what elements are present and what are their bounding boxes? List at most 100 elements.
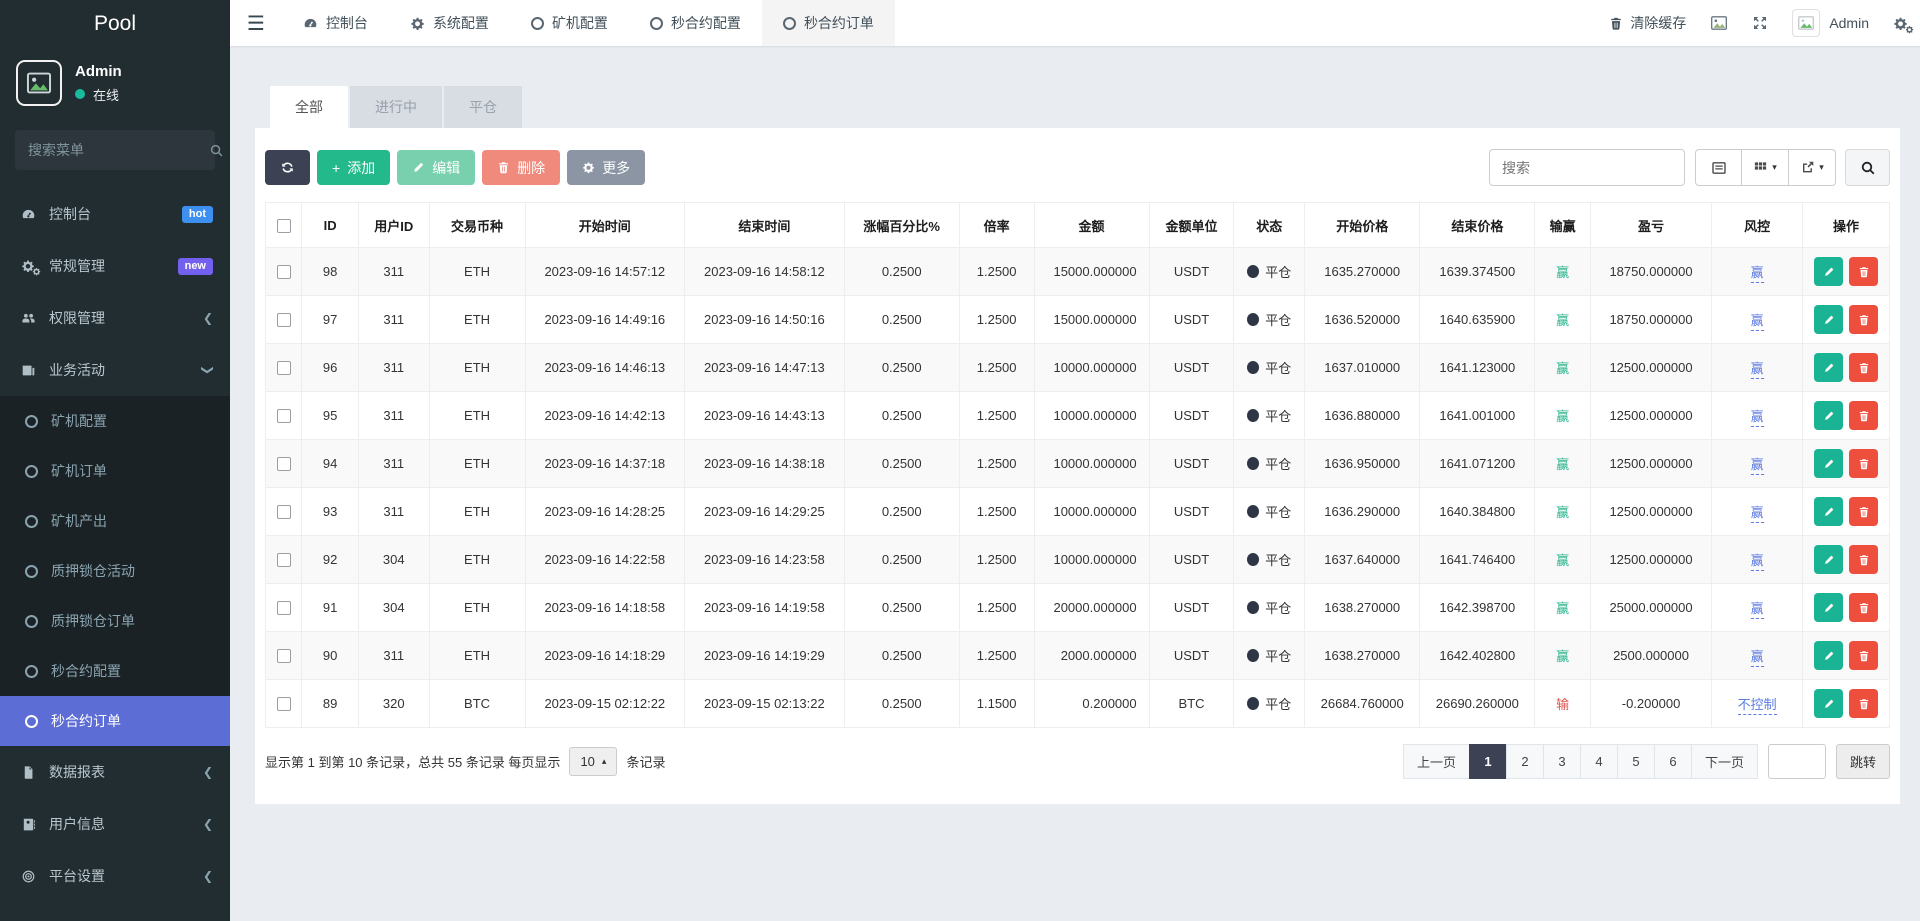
next-page-button[interactable]: 下一页 bbox=[1691, 744, 1758, 779]
search-submit-button[interactable] bbox=[1845, 149, 1890, 186]
sidebar-search-input[interactable] bbox=[28, 142, 209, 158]
sidebar-subitem-矿机订单[interactable]: 矿机订单 bbox=[0, 446, 230, 496]
navbar-user-menu[interactable]: Admin bbox=[1792, 9, 1869, 37]
page-button-5[interactable]: 5 bbox=[1617, 744, 1655, 779]
risk-control-link[interactable]: 赢 bbox=[1751, 361, 1764, 379]
row-edit-button[interactable] bbox=[1814, 497, 1843, 526]
top-tab-矿机配置[interactable]: 矿机配置 bbox=[510, 0, 629, 46]
cell-pct: 0.2500 bbox=[844, 248, 959, 296]
edit-button[interactable]: 编辑 bbox=[397, 150, 475, 185]
row-delete-button[interactable] bbox=[1849, 641, 1878, 670]
sidebar-item-平台设置[interactable]: 平台设置❮ bbox=[0, 850, 230, 902]
orders-table: ID用户ID交易币种开始时间结束时间涨幅百分比%倍率金额金额单位状态开始价格结束… bbox=[265, 202, 1890, 728]
row-checkbox[interactable] bbox=[277, 265, 291, 279]
row-checkbox[interactable] bbox=[277, 313, 291, 327]
sidebar-subitem-质押锁仓订单[interactable]: 质押锁仓订单 bbox=[0, 596, 230, 646]
broken-image-icon[interactable] bbox=[1710, 14, 1728, 32]
avatar[interactable] bbox=[16, 60, 62, 106]
search-icon[interactable] bbox=[209, 143, 224, 158]
risk-control-link[interactable]: 赢 bbox=[1751, 553, 1764, 571]
row-checkbox[interactable] bbox=[277, 553, 291, 567]
row-delete-button[interactable] bbox=[1849, 305, 1878, 334]
sidebar-item-记录[interactable]: 记录❮ bbox=[0, 902, 230, 921]
row-checkbox[interactable] bbox=[277, 505, 291, 519]
delete-button[interactable]: 删除 bbox=[482, 150, 560, 185]
risk-control-link[interactable]: 赢 bbox=[1751, 649, 1764, 667]
page-button-6[interactable]: 6 bbox=[1654, 744, 1692, 779]
trash-icon bbox=[1858, 506, 1870, 518]
page-button-2[interactable]: 2 bbox=[1506, 744, 1544, 779]
row-delete-button[interactable] bbox=[1849, 257, 1878, 286]
row-delete-button[interactable] bbox=[1849, 593, 1878, 622]
row-checkbox[interactable] bbox=[277, 361, 291, 375]
settings-gears-icon[interactable] bbox=[1893, 16, 1908, 31]
sidebar-subitem-矿机配置[interactable]: 矿机配置 bbox=[0, 396, 230, 446]
risk-control-link[interactable]: 赢 bbox=[1751, 313, 1764, 331]
select-all-checkbox[interactable] bbox=[277, 219, 291, 233]
filter-tab-全部[interactable]: 全部 bbox=[270, 86, 348, 128]
page-button-4[interactable]: 4 bbox=[1580, 744, 1618, 779]
risk-control-link[interactable]: 赢 bbox=[1751, 505, 1764, 523]
risk-control-link[interactable]: 赢 bbox=[1751, 457, 1764, 475]
filter-tab-进行中[interactable]: 进行中 bbox=[350, 86, 442, 128]
row-delete-button[interactable] bbox=[1849, 401, 1878, 430]
sidebar-item-数据报表[interactable]: 数据报表❮ bbox=[0, 746, 230, 798]
fullscreen-icon[interactable] bbox=[1752, 15, 1768, 31]
row-edit-button[interactable] bbox=[1814, 593, 1843, 622]
jump-page-input[interactable] bbox=[1768, 744, 1826, 779]
add-button[interactable]: +添加 bbox=[317, 150, 390, 185]
risk-control-link[interactable]: 赢 bbox=[1751, 601, 1764, 619]
page-button-1[interactable]: 1 bbox=[1469, 744, 1507, 779]
top-tab-系统配置[interactable]: 系统配置 bbox=[389, 0, 510, 46]
page-size-select[interactable]: 10 ▴ bbox=[569, 747, 617, 776]
sidebar-subitem-秒合约订单[interactable]: 秒合约订单 bbox=[0, 696, 230, 746]
clear-cache-button[interactable]: 清除缓存 bbox=[1609, 13, 1686, 33]
cell-mult: 1.2500 bbox=[959, 440, 1034, 488]
detail-view-button[interactable] bbox=[1695, 149, 1742, 186]
cell-risk: 不控制 bbox=[1712, 680, 1803, 728]
row-checkbox[interactable] bbox=[277, 409, 291, 423]
sidebar-item-常规管理[interactable]: 常规管理new bbox=[0, 240, 230, 292]
sidebar-subitem-质押锁仓活动[interactable]: 质押锁仓活动 bbox=[0, 546, 230, 596]
filter-tab-平仓[interactable]: 平仓 bbox=[444, 86, 522, 128]
row-delete-button[interactable] bbox=[1849, 545, 1878, 574]
row-checkbox[interactable] bbox=[277, 697, 291, 711]
row-checkbox[interactable] bbox=[277, 601, 291, 615]
top-tab-控制台[interactable]: 控制台 bbox=[282, 0, 389, 46]
hamburger-icon[interactable]: ☰ bbox=[230, 11, 282, 36]
top-tab-秒合约订单[interactable]: 秒合约订单 bbox=[762, 0, 895, 46]
row-edit-button[interactable] bbox=[1814, 545, 1843, 574]
sidebar-subitem-秒合约配置[interactable]: 秒合约配置 bbox=[0, 646, 230, 696]
refresh-button[interactable] bbox=[265, 150, 310, 185]
page-button-3[interactable]: 3 bbox=[1543, 744, 1581, 779]
table-search-input[interactable] bbox=[1489, 149, 1685, 186]
row-delete-button[interactable] bbox=[1849, 689, 1878, 718]
jump-button[interactable]: 跳转 bbox=[1836, 744, 1890, 779]
row-edit-button[interactable] bbox=[1814, 353, 1843, 382]
row-delete-button[interactable] bbox=[1849, 497, 1878, 526]
row-edit-button[interactable] bbox=[1814, 449, 1843, 478]
cell-id: 94 bbox=[302, 440, 359, 488]
sidebar-item-业务活动[interactable]: 业务活动❯ bbox=[0, 344, 230, 396]
row-edit-button[interactable] bbox=[1814, 305, 1843, 334]
row-edit-button[interactable] bbox=[1814, 641, 1843, 670]
row-checkbox[interactable] bbox=[277, 649, 291, 663]
risk-control-link[interactable]: 赢 bbox=[1751, 265, 1764, 283]
prev-page-button[interactable]: 上一页 bbox=[1403, 744, 1470, 779]
sidebar-item-用户信息[interactable]: 用户信息❮ bbox=[0, 798, 230, 850]
sidebar-item-控制台[interactable]: 控制台hot bbox=[0, 188, 230, 240]
export-button[interactable]: ▾ bbox=[1789, 149, 1836, 186]
row-edit-button[interactable] bbox=[1814, 257, 1843, 286]
columns-button[interactable]: ▾ bbox=[1742, 149, 1789, 186]
row-edit-button[interactable] bbox=[1814, 401, 1843, 430]
risk-control-link[interactable]: 赢 bbox=[1751, 409, 1764, 427]
row-delete-button[interactable] bbox=[1849, 449, 1878, 478]
risk-control-link[interactable]: 不控制 bbox=[1738, 697, 1777, 715]
more-button[interactable]: 更多 bbox=[567, 150, 645, 185]
top-tab-秒合约配置[interactable]: 秒合约配置 bbox=[629, 0, 762, 46]
sidebar-item-权限管理[interactable]: 权限管理❮ bbox=[0, 292, 230, 344]
row-checkbox[interactable] bbox=[277, 457, 291, 471]
row-delete-button[interactable] bbox=[1849, 353, 1878, 382]
sidebar-subitem-矿机产出[interactable]: 矿机产出 bbox=[0, 496, 230, 546]
row-edit-button[interactable] bbox=[1814, 689, 1843, 718]
